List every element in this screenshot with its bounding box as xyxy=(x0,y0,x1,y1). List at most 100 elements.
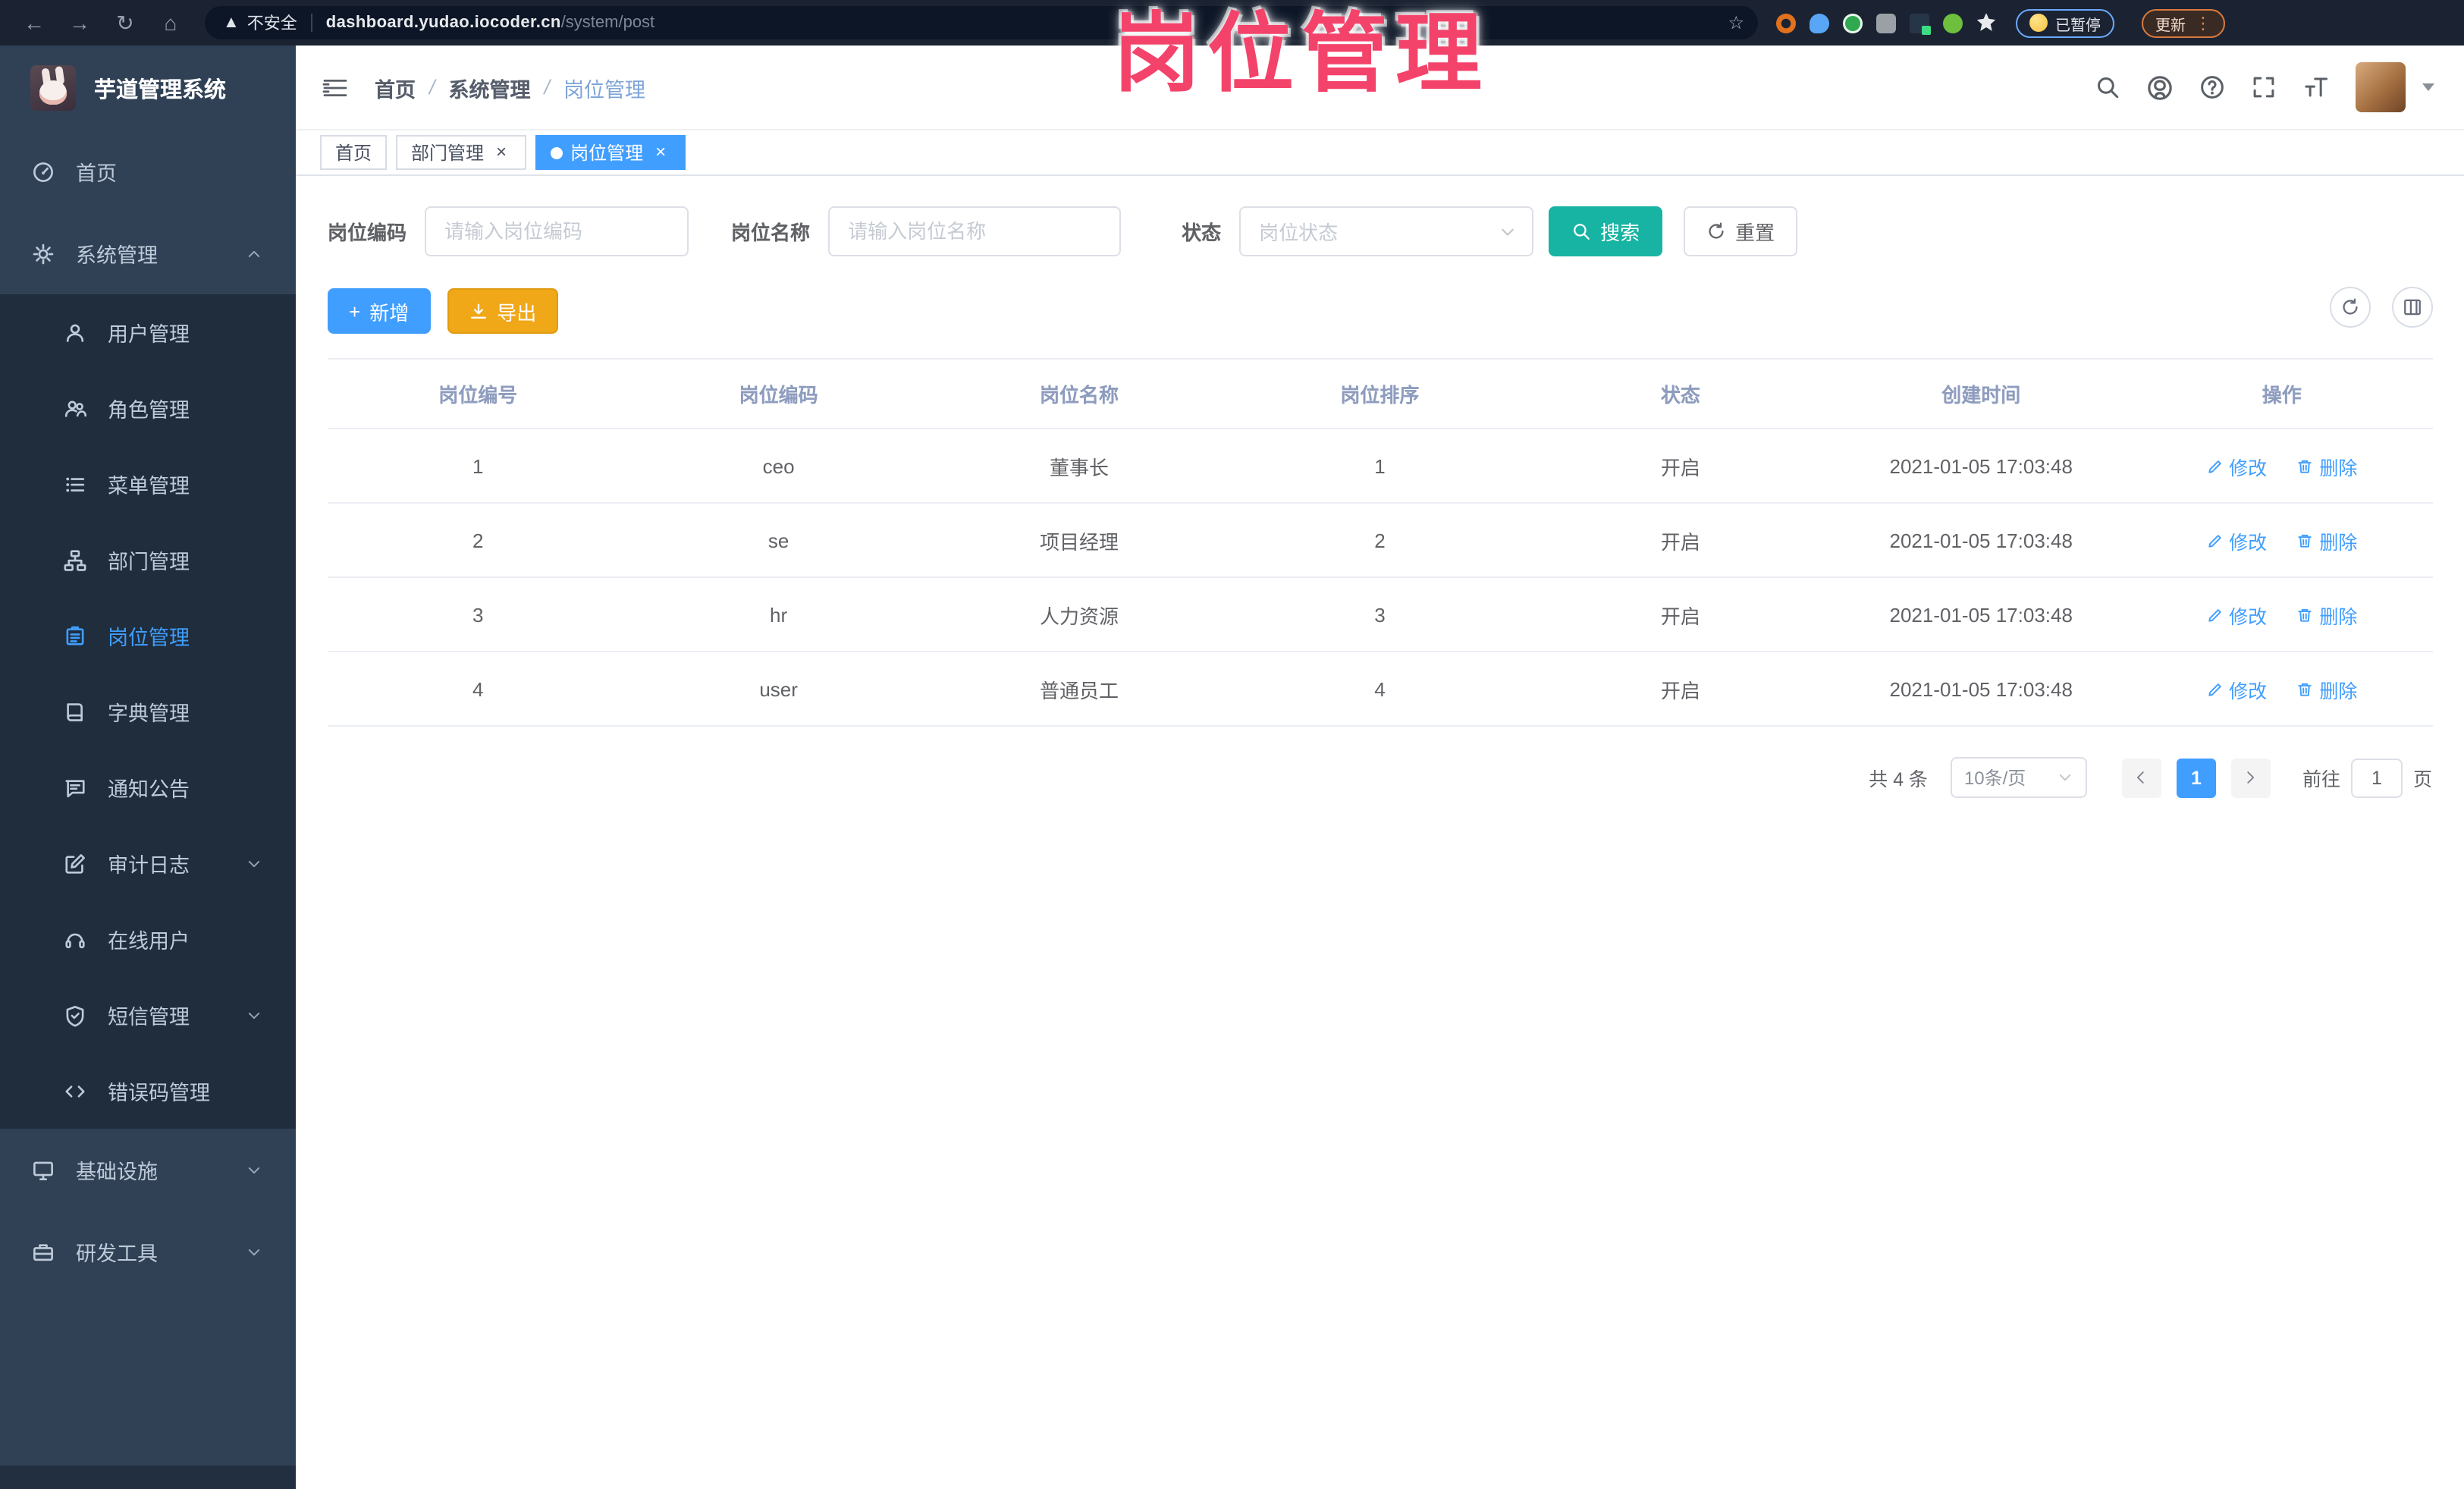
reset-button[interactable]: 重置 xyxy=(1684,206,1798,256)
view-tab[interactable]: 岗位管理 × xyxy=(535,135,686,170)
view-tab[interactable]: 首页 × xyxy=(320,135,388,170)
sidebar-item[interactable]: 用户管理 xyxy=(0,294,296,370)
browser-nav-buttons: ← → ↻ ⌂ xyxy=(0,0,205,46)
cell-post-sort: 3 xyxy=(1229,577,1530,652)
cell-post-code: hr xyxy=(628,577,929,652)
sidebar-item[interactable]: 系统管理 xyxy=(0,212,296,294)
breadcrumb-item[interactable]: 首页 / xyxy=(375,72,449,102)
table-header-cell: 岗位名称 xyxy=(928,359,1230,429)
add-button[interactable]: + 新增 xyxy=(328,288,431,334)
sidebar-item[interactable]: 字典管理 xyxy=(0,674,296,749)
browser-home-icon[interactable]: ⌂ xyxy=(158,0,184,46)
sidebar-item-label: 部门管理 xyxy=(108,551,190,573)
avatar-caret-down-icon[interactable] xyxy=(2422,83,2434,91)
breadcrumb-item[interactable]: 系统管理 / xyxy=(449,72,564,102)
chevron-left-icon xyxy=(2133,769,2150,786)
browser-forward-icon[interactable]: → xyxy=(67,0,93,46)
sidebar-item-label: 短信管理 xyxy=(108,1006,190,1029)
status-select[interactable]: 岗位状态 xyxy=(1239,206,1534,256)
extension-icon-4[interactable] xyxy=(1876,13,1896,33)
user-avatar[interactable] xyxy=(2355,62,2405,112)
next-page-button[interactable] xyxy=(2230,758,2271,797)
cell-created-time: 2021-01-05 17:03:48 xyxy=(1831,503,2132,578)
delete-link[interactable]: 删除 xyxy=(2296,451,2357,480)
delete-link[interactable]: 删除 xyxy=(2296,526,2357,554)
sidebar-item-label: 通知公告 xyxy=(108,778,190,801)
puzzle-extension-icon[interactable] xyxy=(1976,13,1996,31)
column-settings-button[interactable] xyxy=(2391,287,2432,328)
delete-link[interactable]: 删除 xyxy=(2296,674,2357,703)
sidebar-item[interactable]: 部门管理 xyxy=(0,522,296,598)
tab-close-icon[interactable]: × xyxy=(651,143,670,162)
cell-post-status: 开启 xyxy=(1530,652,1832,727)
profile-paused-badge[interactable]: 已暂停 xyxy=(2016,8,2114,37)
sidebar-item[interactable]: 在线用户 xyxy=(0,901,296,977)
search-icon[interactable] xyxy=(2094,74,2120,100)
view-tab[interactable]: 部门管理 × xyxy=(396,135,527,170)
extension-icon-1[interactable] xyxy=(1776,13,1796,33)
extension-icon-5[interactable] xyxy=(1910,13,1931,34)
cell-post-name: 人力资源 xyxy=(928,577,1230,652)
post-code-input[interactable] xyxy=(425,206,689,256)
browser-reload-icon[interactable]: ↻ xyxy=(112,0,138,46)
delete-link[interactable]: 删除 xyxy=(2296,600,2357,629)
extension-icon-6[interactable] xyxy=(1943,13,1963,33)
sidebar-item[interactable]: 基础设施 xyxy=(0,1129,296,1211)
sidebar-item[interactable]: 菜单管理 xyxy=(0,446,296,522)
export-button[interactable]: 导出 xyxy=(447,288,558,334)
edit-link[interactable]: 修改 xyxy=(2206,451,2267,480)
github-icon[interactable] xyxy=(2145,74,2173,101)
cell-post-name: 普通员工 xyxy=(928,652,1230,727)
fullscreen-icon[interactable] xyxy=(2250,74,2276,100)
browser-update-button[interactable]: 更新 ⋮ xyxy=(2142,8,2225,37)
prev-page-button[interactable] xyxy=(2121,758,2161,797)
sidebar-item-label: 在线用户 xyxy=(108,930,190,953)
search-button[interactable]: 搜索 xyxy=(1549,206,1663,256)
sidebar-item[interactable]: 角色管理 xyxy=(0,370,296,446)
edit-link[interactable]: 修改 xyxy=(2206,674,2267,703)
hamburger-icon[interactable] xyxy=(322,75,349,99)
edit-link[interactable]: 修改 xyxy=(2206,526,2267,554)
cell-post-name: 项目经理 xyxy=(928,503,1230,578)
security-warning-icon: ▲ xyxy=(223,14,240,32)
sidebar-item-icon xyxy=(64,397,86,419)
sidebar-item[interactable]: 研发工具 xyxy=(0,1211,296,1293)
tab-close-icon[interactable]: × xyxy=(491,143,511,162)
breadcrumb-item[interactable]: 岗位管理 / xyxy=(563,72,645,102)
current-page-button[interactable]: 1 xyxy=(2176,758,2216,797)
extension-icon-2[interactable] xyxy=(1810,13,1829,33)
bookmark-star-icon[interactable]: ☆ xyxy=(1728,12,1744,33)
edit-pencil-icon xyxy=(2206,457,2223,474)
cell-post-sort: 4 xyxy=(1229,652,1530,727)
url-host: dashboard.yudao.iocoder.cn xyxy=(325,14,561,32)
help-icon[interactable] xyxy=(2199,74,2224,100)
sidebar-item[interactable]: 短信管理 xyxy=(0,977,296,1053)
url-path: /system/post xyxy=(560,14,655,32)
page-size-select[interactable]: 10条/页 xyxy=(1950,757,2087,798)
sidebar-item[interactable]: 通知公告 xyxy=(0,749,296,825)
refresh-table-button[interactable] xyxy=(2329,287,2370,328)
breadcrumb-label: 岗位管理 xyxy=(563,78,646,101)
table-header-row: 岗位编号 岗位编码 岗位名称 岗位排序 状态 创建时间 操作 xyxy=(328,359,2432,429)
edit-link[interactable]: 修改 xyxy=(2206,600,2267,629)
header-actions xyxy=(2094,62,2434,112)
browser-back-icon[interactable]: ← xyxy=(21,0,47,46)
sidebar-item-icon xyxy=(64,473,86,495)
cell-actions: 修改 删除 xyxy=(2131,429,2432,504)
sidebar-bottom-strip xyxy=(0,1465,296,1489)
sidebar-item[interactable]: 首页 xyxy=(0,130,296,212)
browser-address-bar[interactable]: ▲ 不安全 dashboard.yudao.iocoder.cn/system/… xyxy=(205,6,1758,39)
browser-toolbar: ← → ↻ ⌂ ▲ 不安全 dashboard.yudao.iocoder.cn… xyxy=(0,0,2464,46)
sidebar-item[interactable]: 岗位管理 xyxy=(0,598,296,674)
extension-icon-3[interactable] xyxy=(1843,13,1863,33)
sidebar-item[interactable]: 错误码管理 xyxy=(0,1053,296,1129)
font-size-icon[interactable] xyxy=(2302,74,2329,100)
cell-created-time: 2021-01-05 17:03:48 xyxy=(1831,652,2132,727)
post-name-input[interactable] xyxy=(828,206,1122,256)
goto-page-input[interactable] xyxy=(2350,758,2403,797)
cell-created-time: 2021-01-05 17:03:48 xyxy=(1831,577,2132,652)
pagination: 共 4 条 10条/页 1 前往 页 xyxy=(328,757,2432,798)
cell-post-code: ceo xyxy=(628,429,929,504)
sidebar-item[interactable]: 审计日志 xyxy=(0,825,296,901)
browser-menu-dots-icon[interactable]: ⋮ xyxy=(2195,13,2211,33)
